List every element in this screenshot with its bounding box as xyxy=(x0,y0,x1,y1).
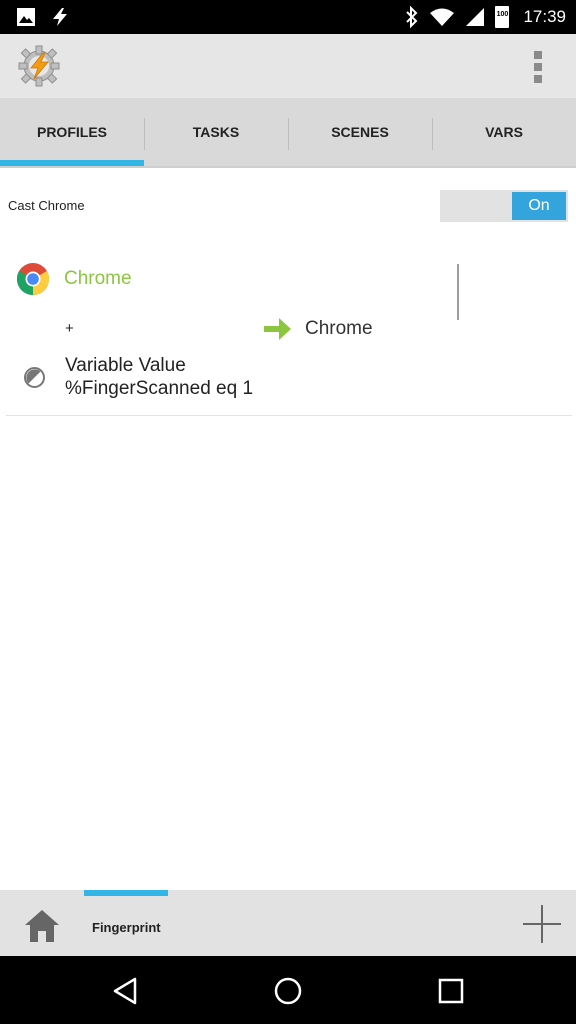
profile-card[interactable]: Chrome + Chrome Variable Value %FingerSc… xyxy=(6,240,572,416)
profile-toggle[interactable]: On xyxy=(440,190,568,222)
wifi-icon xyxy=(430,8,455,26)
app-bar xyxy=(0,34,576,98)
state-contrast-icon xyxy=(24,367,45,388)
tab-tasks[interactable]: TASKS xyxy=(144,98,288,166)
context-app-name[interactable]: Chrome xyxy=(64,268,132,290)
tab-scenes[interactable]: SCENES xyxy=(288,98,432,166)
linked-task-name[interactable]: Chrome xyxy=(305,318,373,340)
state-condition: %FingerScanned eq 1 xyxy=(65,378,254,399)
plus-sign: + xyxy=(65,320,74,337)
battery-level: 100 xyxy=(496,11,509,18)
project-bar: Fingerprint xyxy=(0,890,576,956)
system-nav-bar xyxy=(0,956,576,1024)
add-icon[interactable] xyxy=(522,904,562,944)
project-tab-indicator xyxy=(84,890,168,896)
toggle-on-label: On xyxy=(512,192,566,220)
project-tab-fingerprint[interactable]: Fingerprint xyxy=(84,890,168,956)
divider xyxy=(457,264,459,320)
state-context[interactable]: Variable Value %FingerScanned eq 1 xyxy=(65,354,253,400)
tab-label: TASKS xyxy=(192,124,240,140)
flash-icon xyxy=(53,8,67,26)
tab-profiles[interactable]: PROFILES xyxy=(0,98,144,166)
overflow-menu-icon[interactable] xyxy=(532,51,544,83)
profile-name: Cast Chrome xyxy=(8,198,85,213)
signal-icon xyxy=(466,8,485,26)
tab-label: SCENES xyxy=(331,124,389,140)
back-icon[interactable] xyxy=(111,976,141,1006)
bluetooth-icon xyxy=(406,6,418,28)
status-bar: 100 17:39 xyxy=(0,0,576,34)
clock: 17:39 xyxy=(523,7,566,26)
main-tabs: PROFILES TASKS SCENES VARS xyxy=(0,98,576,168)
tab-label: PROFILES xyxy=(36,124,107,140)
image-icon xyxy=(17,8,35,26)
recents-icon[interactable] xyxy=(436,976,466,1006)
chrome-icon xyxy=(16,263,50,296)
state-type: Variable Value xyxy=(65,355,186,376)
profile-header[interactable]: Cast Chrome On xyxy=(0,184,576,230)
tab-label: VARS xyxy=(485,124,523,140)
battery-icon: 100 xyxy=(495,6,510,28)
tab-vars[interactable]: VARS xyxy=(432,98,576,166)
arrow-right-icon xyxy=(264,318,291,340)
project-name: Fingerprint xyxy=(92,920,161,935)
tasker-gear-bolt-icon[interactable] xyxy=(17,44,61,88)
home-circle-icon[interactable] xyxy=(273,976,303,1006)
home-icon[interactable] xyxy=(23,908,61,944)
